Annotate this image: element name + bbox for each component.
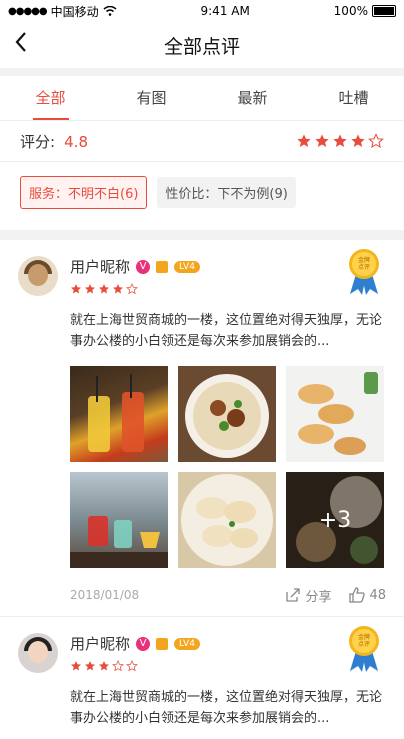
dumplings-illustration <box>298 372 378 455</box>
thumbs-up-icon <box>349 587 366 603</box>
review-photo-dumplings[interactable] <box>286 366 384 462</box>
score-value: 4.8 <box>64 132 89 151</box>
user-row: 用户昵称 V LV4 <box>70 633 386 654</box>
svg-text:金牌: 金牌 <box>358 633 370 641</box>
status-bar: ●●●●● 中国移动 9:41 AM 100% <box>0 0 404 22</box>
review-text[interactable]: 就在上海世贸商城的一楼，这位置绝对得天独厚，无论事办公楼的小白领还是每次来参加展… <box>70 687 386 729</box>
medal-icon: 金牌 点评 <box>349 626 379 672</box>
star-icon <box>99 661 109 671</box>
tab-complaints[interactable]: 吐槽 <box>303 76 404 120</box>
wifi-icon <box>103 6 117 16</box>
share-icon <box>286 588 301 602</box>
star-icon <box>126 660 138 672</box>
drinks-illustration <box>88 374 144 452</box>
review-text[interactable]: 就在上海世贸商城的一楼，这位置绝对得天独厚，无论事办公楼的小白领还是每次来参加展… <box>70 310 386 352</box>
star-icon <box>333 134 347 147</box>
overall-score: 评分: 4.8 <box>0 121 404 162</box>
review-photo-noodles[interactable] <box>178 366 276 462</box>
back-button[interactable] <box>14 31 38 57</box>
star-icon <box>113 284 123 294</box>
avatar-face <box>28 641 48 663</box>
tag-filters: 服务：不明不白(6) 性价比：下不为例(9) <box>0 162 404 222</box>
back-chevron-icon <box>15 32 26 52</box>
review-photo-dumplings-plate[interactable] <box>178 472 276 568</box>
score-stars <box>296 133 384 149</box>
star-icon <box>351 134 365 147</box>
noodles-illustration <box>185 374 269 458</box>
review-meta: 2018/01/08 分享 48 <box>70 584 386 606</box>
avatar[interactable] <box>18 256 58 296</box>
share-label: 分享 <box>305 589 332 605</box>
review-photo-drinks[interactable] <box>70 366 168 462</box>
review-header: 用户昵称 V LV4 <box>18 633 386 673</box>
like-button[interactable]: 48 <box>349 587 386 603</box>
tag-service[interactable]: 服务：不明不白(6) <box>20 175 148 209</box>
review-header: 用户昵称 V LV4 <box>18 256 386 296</box>
star-icon <box>99 284 109 294</box>
photo-grid: +3 <box>70 366 386 568</box>
star-icon <box>126 283 138 295</box>
star-icon <box>315 134 329 147</box>
svg-text:点评: 点评 <box>358 640 370 648</box>
divider <box>0 230 404 240</box>
filter-tabs: 全部 有图 最新 吐槽 <box>0 76 404 121</box>
user-info: 用户昵称 V LV4 <box>70 633 386 672</box>
status-right: 100% <box>334 4 396 18</box>
review-stars <box>70 283 386 295</box>
svg-text:金牌: 金牌 <box>358 256 370 264</box>
score-text: 评分: 4.8 <box>20 131 88 152</box>
username[interactable]: 用户昵称 <box>70 256 130 277</box>
star-icon <box>297 134 311 147</box>
crown-icon <box>156 260 169 273</box>
review-photo-cocktails[interactable] <box>70 472 168 568</box>
user-info: 用户昵称 V LV4 <box>70 256 386 295</box>
status-time: 9:41 AM <box>200 4 250 18</box>
divider <box>0 68 404 76</box>
level-badge: LV4 <box>174 637 200 650</box>
star-icon <box>85 284 95 294</box>
review-photo-more[interactable]: +3 <box>286 472 384 568</box>
signal-icon: ●●●●● <box>8 5 48 17</box>
vip-badge-icon: V <box>136 636 151 651</box>
cocktails-illustration <box>70 516 168 568</box>
crown-icon <box>156 637 169 650</box>
tab-all[interactable]: 全部 <box>0 76 101 120</box>
star-icon <box>71 284 81 294</box>
username[interactable]: 用户昵称 <box>70 633 130 654</box>
score-label: 评分: <box>20 132 56 151</box>
star-icon <box>71 661 81 671</box>
review-actions: 分享 48 <box>285 586 386 605</box>
like-count: 48 <box>369 587 386 603</box>
vip-badge-icon: V <box>136 259 151 274</box>
avatar-face <box>28 264 48 286</box>
review-card: 用户昵称 V LV4 金牌 点评 就在上海世贸商城的一楼，这位置绝对得天独厚，无… <box>0 617 404 739</box>
star-icon <box>368 133 384 149</box>
battery-icon <box>371 5 396 17</box>
user-row: 用户昵称 V LV4 <box>70 256 386 277</box>
review-date: 2018/01/08 <box>70 588 140 602</box>
review-stars <box>70 660 386 672</box>
page-title: 全部点评 <box>163 35 240 58</box>
tag-value[interactable]: 性价比：下不为例(9) <box>157 176 296 208</box>
tab-with-photos[interactable]: 有图 <box>101 76 202 120</box>
status-left: ●●●●● 中国移动 <box>8 3 117 20</box>
more-photos-count[interactable]: +3 <box>286 472 384 568</box>
battery-percent: 100% <box>333 4 368 18</box>
tab-latest[interactable]: 最新 <box>202 76 303 120</box>
nav-bar: 全部点评 <box>0 22 404 68</box>
review-card: 用户昵称 V LV4 金牌 点评 就在上海世贸商城的一楼，这位置绝对得天独厚，无… <box>0 240 404 617</box>
star-icon <box>112 660 124 672</box>
share-button[interactable]: 分享 <box>285 586 331 605</box>
carrier-label: 中国移动 <box>50 4 99 19</box>
star-icon <box>85 661 95 671</box>
medal-icon: 金牌 点评 <box>349 249 379 295</box>
avatar[interactable] <box>18 633 58 673</box>
level-badge: LV4 <box>174 260 200 273</box>
svg-text:点评: 点评 <box>358 263 370 271</box>
dumplings-plate-illustration <box>181 474 273 566</box>
